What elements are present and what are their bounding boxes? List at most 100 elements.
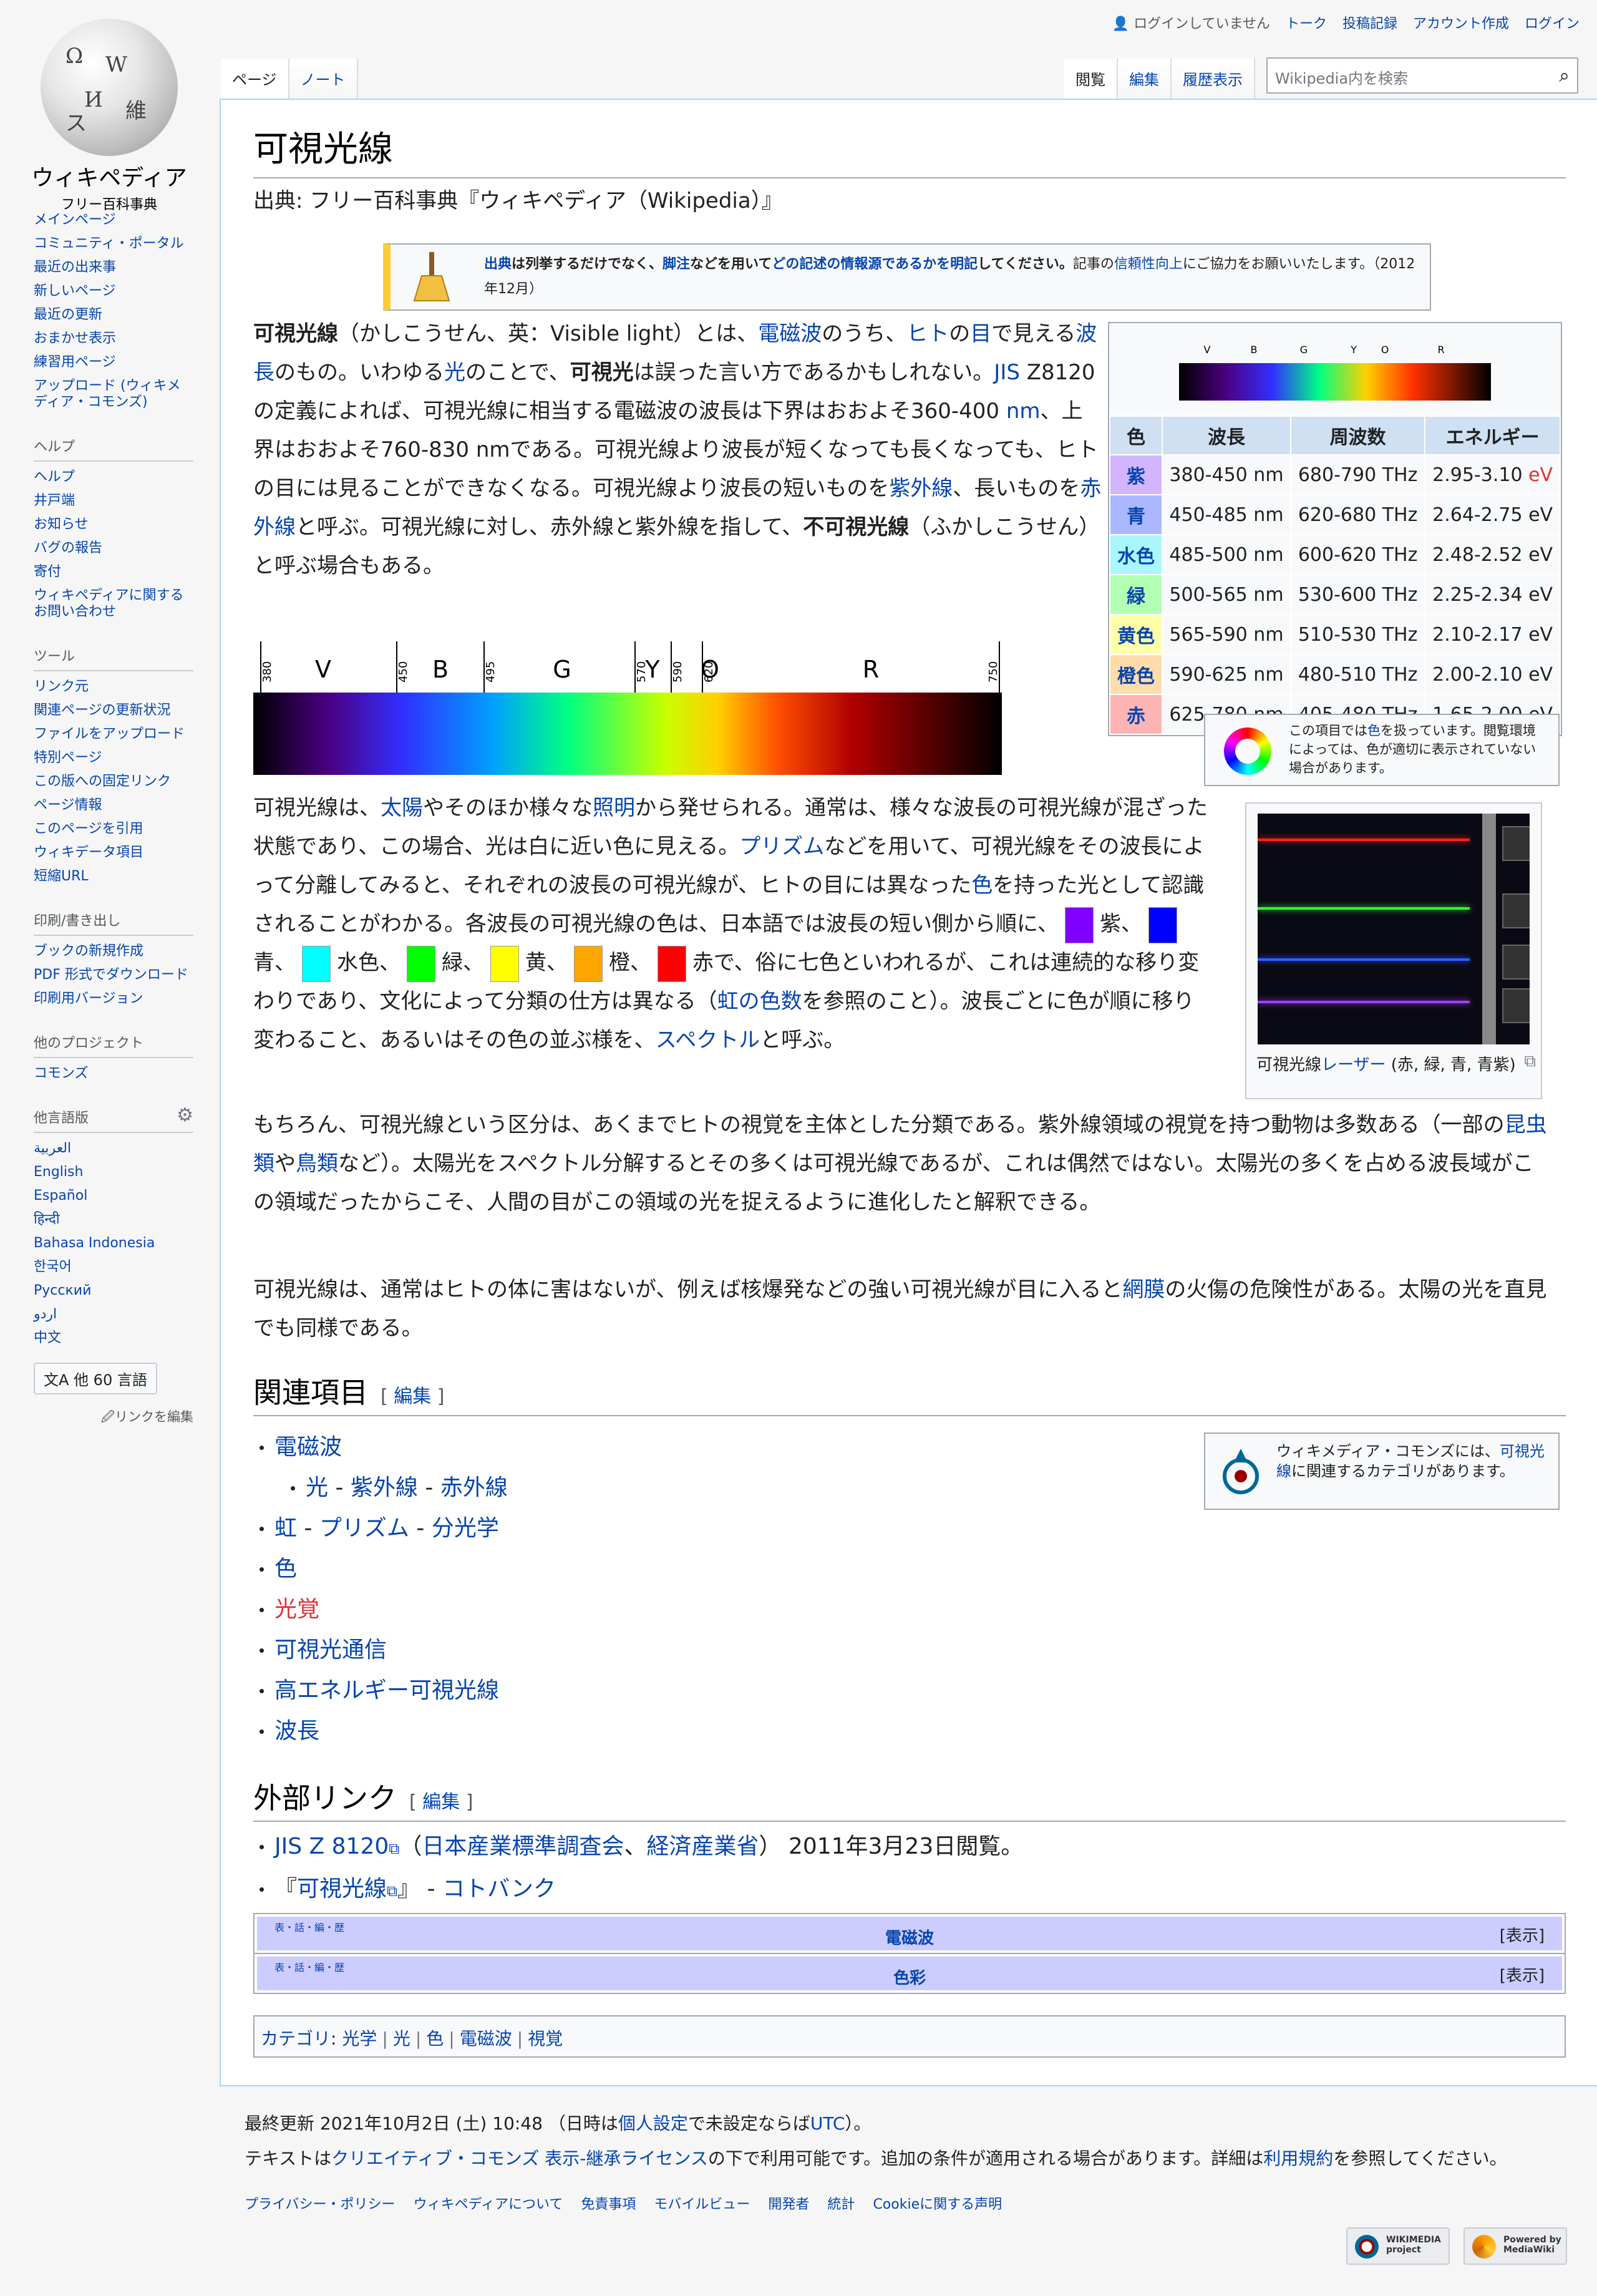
paragraph-intro: 可視光線（かしこうせん、英：Visible light）とは、電磁波のうち、ヒト…: [253, 321, 1102, 578]
sidebar-heading: ヘルプ: [34, 435, 193, 462]
mediawiki-badge[interactable]: Powered by MediaWiki: [1464, 2227, 1567, 2265]
sidebar-item[interactable]: 井戸端: [34, 493, 75, 508]
sidebar-item[interactable]: 特別ページ: [34, 750, 102, 766]
energy-cell: 2.25-2.34 eV: [1424, 574, 1561, 615]
tab-talk[interactable]: ノート: [289, 59, 358, 100]
gear-icon[interactable]: ⚙: [177, 1104, 193, 1126]
sidebar-item[interactable]: ブックの新規作成: [34, 943, 143, 959]
spectrum-figure: 380 V 450 B 495 G 570Y 590 O620 R 750: [253, 641, 1002, 775]
search-input[interactable]: Wikipedia内を検索 ⌕: [1266, 57, 1578, 94]
sidebar-item[interactable]: 寄付: [34, 564, 61, 580]
search-icon[interactable]: ⌕: [1559, 65, 1570, 87]
wavelength-label: 380: [261, 661, 274, 683]
talk-link[interactable]: トーク: [1286, 16, 1327, 32]
tab-edit[interactable]: 編集: [1118, 59, 1172, 100]
view-tabs: 閲覧 編集 履歴表示: [1064, 59, 1255, 100]
color-name-cell[interactable]: 黄色: [1109, 614, 1163, 655]
table-row: 水色 485-500 nm 600-620 THz 2.48-2.52 eV: [1109, 534, 1561, 575]
citation-notice: 出典は列挙するだけでなく、脚注などを用いてどの記述の情報源であるかを明記してくだ…: [383, 243, 1431, 311]
external-link-icon: ⧉: [387, 1882, 398, 1900]
navbox-electromagnetic: 表・話・編・歴 電磁波 [表示]: [253, 1913, 1566, 1954]
sidebar-item[interactable]: アップロード (ウィキメディア・コモンズ): [34, 378, 181, 410]
paragraph-hazard: 可視光線は、通常はヒトの体に害はないが、例えば核爆発などの強い可視光線が目に入る…: [253, 1277, 1547, 1341]
language-link[interactable]: Русский: [34, 1283, 91, 1298]
language-link[interactable]: 中文: [34, 1330, 61, 1346]
color-name-cell[interactable]: 緑: [1109, 574, 1163, 615]
sidebar-item[interactable]: ヘルプ: [34, 469, 75, 485]
sidebar-item[interactable]: リンク元: [34, 679, 89, 694]
energy-cell: 2.10-2.17 eV: [1424, 614, 1561, 655]
sidebar-item[interactable]: 最近の出来事: [34, 260, 116, 275]
color-name-cell[interactable]: 紫: [1109, 454, 1163, 495]
globe-icon: ΩWИ維ス: [41, 19, 178, 156]
swatch-orange: [574, 945, 603, 982]
sidebar-item[interactable]: 関連ページの更新状況: [34, 703, 171, 718]
user-icon: 👤: [1112, 16, 1130, 32]
tab-page[interactable]: ページ: [221, 59, 289, 100]
sidebar-item[interactable]: 新しいページ: [34, 283, 116, 299]
language-link[interactable]: English: [34, 1164, 83, 1180]
sidebar-item[interactable]: ページ情報: [34, 797, 102, 813]
sidebar-item[interactable]: ウィキデータ項目: [34, 845, 143, 860]
language-link[interactable]: العربية: [34, 1141, 71, 1156]
list-item: 光覚: [253, 1597, 508, 1622]
broom-icon: [413, 252, 450, 301]
enlarge-icon[interactable]: ⧉: [1524, 1052, 1536, 1071]
language-link[interactable]: Español: [34, 1188, 87, 1204]
commons-icon: [1223, 1449, 1259, 1494]
sidebar-item[interactable]: コミュニティ・ポータル: [34, 236, 184, 251]
wikipedia-logo[interactable]: ΩWИ維ス ウィキペディア フリー百科事典: [25, 12, 193, 213]
band-label: R: [863, 656, 879, 683]
infobox: V B G Y O R 色波長 周波数 エネルギー 紫 380-450 nm 680-790 TH…: [1108, 322, 1562, 736]
heading-divider: [253, 177, 1566, 178]
heading-related: 関連項目[ 編集 ]: [253, 1370, 1566, 1416]
sidebar-item[interactable]: 印刷用バージョン: [34, 991, 143, 1006]
tab-history[interactable]: 履歴表示: [1172, 59, 1255, 100]
tab-read[interactable]: 閲覧: [1064, 59, 1118, 100]
swatch-green: [407, 945, 435, 982]
create-account-link[interactable]: アカウント作成: [1413, 16, 1509, 32]
sidebar-item[interactable]: 練習用ページ: [34, 354, 116, 370]
category-links: カテゴリ: 光学 | 光 | 色 | 電磁波 | 視覚: [253, 2015, 1566, 2058]
search-placeholder: Wikipedia内を検索: [1275, 70, 1409, 87]
laser-thumbnail: 可視光線レーザー (赤, 緑, 青, 青紫) ⧉: [1245, 802, 1542, 1099]
sidebar-item[interactable]: コモンズ: [34, 1066, 89, 1081]
sidebar-item[interactable]: ウィキペディアに関するお問い合わせ: [34, 588, 183, 620]
sidebar-item[interactable]: 短縮URL: [34, 868, 89, 884]
color-name-cell[interactable]: 赤: [1109, 694, 1163, 735]
laser-image[interactable]: [1258, 814, 1530, 1044]
commons-box: ウィキメディア・コモンズには、可視光線に関連するカテゴリがあります。: [1204, 1433, 1560, 1510]
language-link[interactable]: 한국어: [34, 1259, 72, 1275]
table-cell: 565-590 nm: [1162, 614, 1291, 655]
sidebar-item[interactable]: この版への固定リンク: [34, 774, 171, 789]
mini-band-label: V: [1204, 344, 1211, 356]
sidebar-heading: ツール: [34, 645, 193, 671]
wikimedia-badge[interactable]: WIKIMEDIA project: [1346, 2227, 1450, 2265]
sidebar-item[interactable]: ファイルをアップロード: [34, 726, 185, 742]
table-row: 橙色 590-625 nm 480-510 THz 2.00-2.10 eV: [1109, 654, 1561, 695]
sidebar-navigation: メインページ コミュニティ・ポータル 最近の出来事 新しいページ 最近の更新 お…: [34, 212, 193, 411]
color-name-cell[interactable]: 青: [1109, 494, 1163, 535]
spectrum-gradient: [253, 693, 1002, 775]
color-name-cell[interactable]: 橙色: [1109, 654, 1163, 695]
list-item: 波長: [253, 1719, 508, 1744]
sidebar-item[interactable]: 最近の更新: [34, 307, 102, 323]
more-languages-button[interactable]: 文A 他 60 言語: [34, 1363, 157, 1394]
table-cell: 380-450 nm: [1162, 454, 1291, 495]
table-cell: 450-485 nm: [1162, 494, 1291, 535]
language-link[interactable]: اردو: [34, 1306, 57, 1322]
login-link[interactable]: ログイン: [1525, 16, 1580, 32]
swatch-blue: [1148, 907, 1177, 943]
sidebar-item[interactable]: おまかせ表示: [34, 331, 116, 346]
sidebar-item[interactable]: PDF 形式でダウンロード: [34, 967, 188, 983]
language-link[interactable]: Bahasa Indonesia: [34, 1235, 155, 1251]
language-link[interactable]: हिन्दी: [34, 1212, 60, 1227]
color-name-cell[interactable]: 水色: [1109, 534, 1163, 575]
edit-links-link[interactable]: 🖉リンクを編集: [34, 1407, 193, 1430]
sidebar-item[interactable]: バグの報告: [34, 540, 102, 556]
sidebar-item[interactable]: お知らせ: [34, 517, 89, 532]
list-item: 電磁波: [253, 1435, 508, 1460]
sidebar-item[interactable]: メインページ: [34, 212, 116, 228]
contributions-link[interactable]: 投稿記録: [1342, 16, 1397, 32]
sidebar-item[interactable]: このページを引用: [34, 821, 143, 837]
